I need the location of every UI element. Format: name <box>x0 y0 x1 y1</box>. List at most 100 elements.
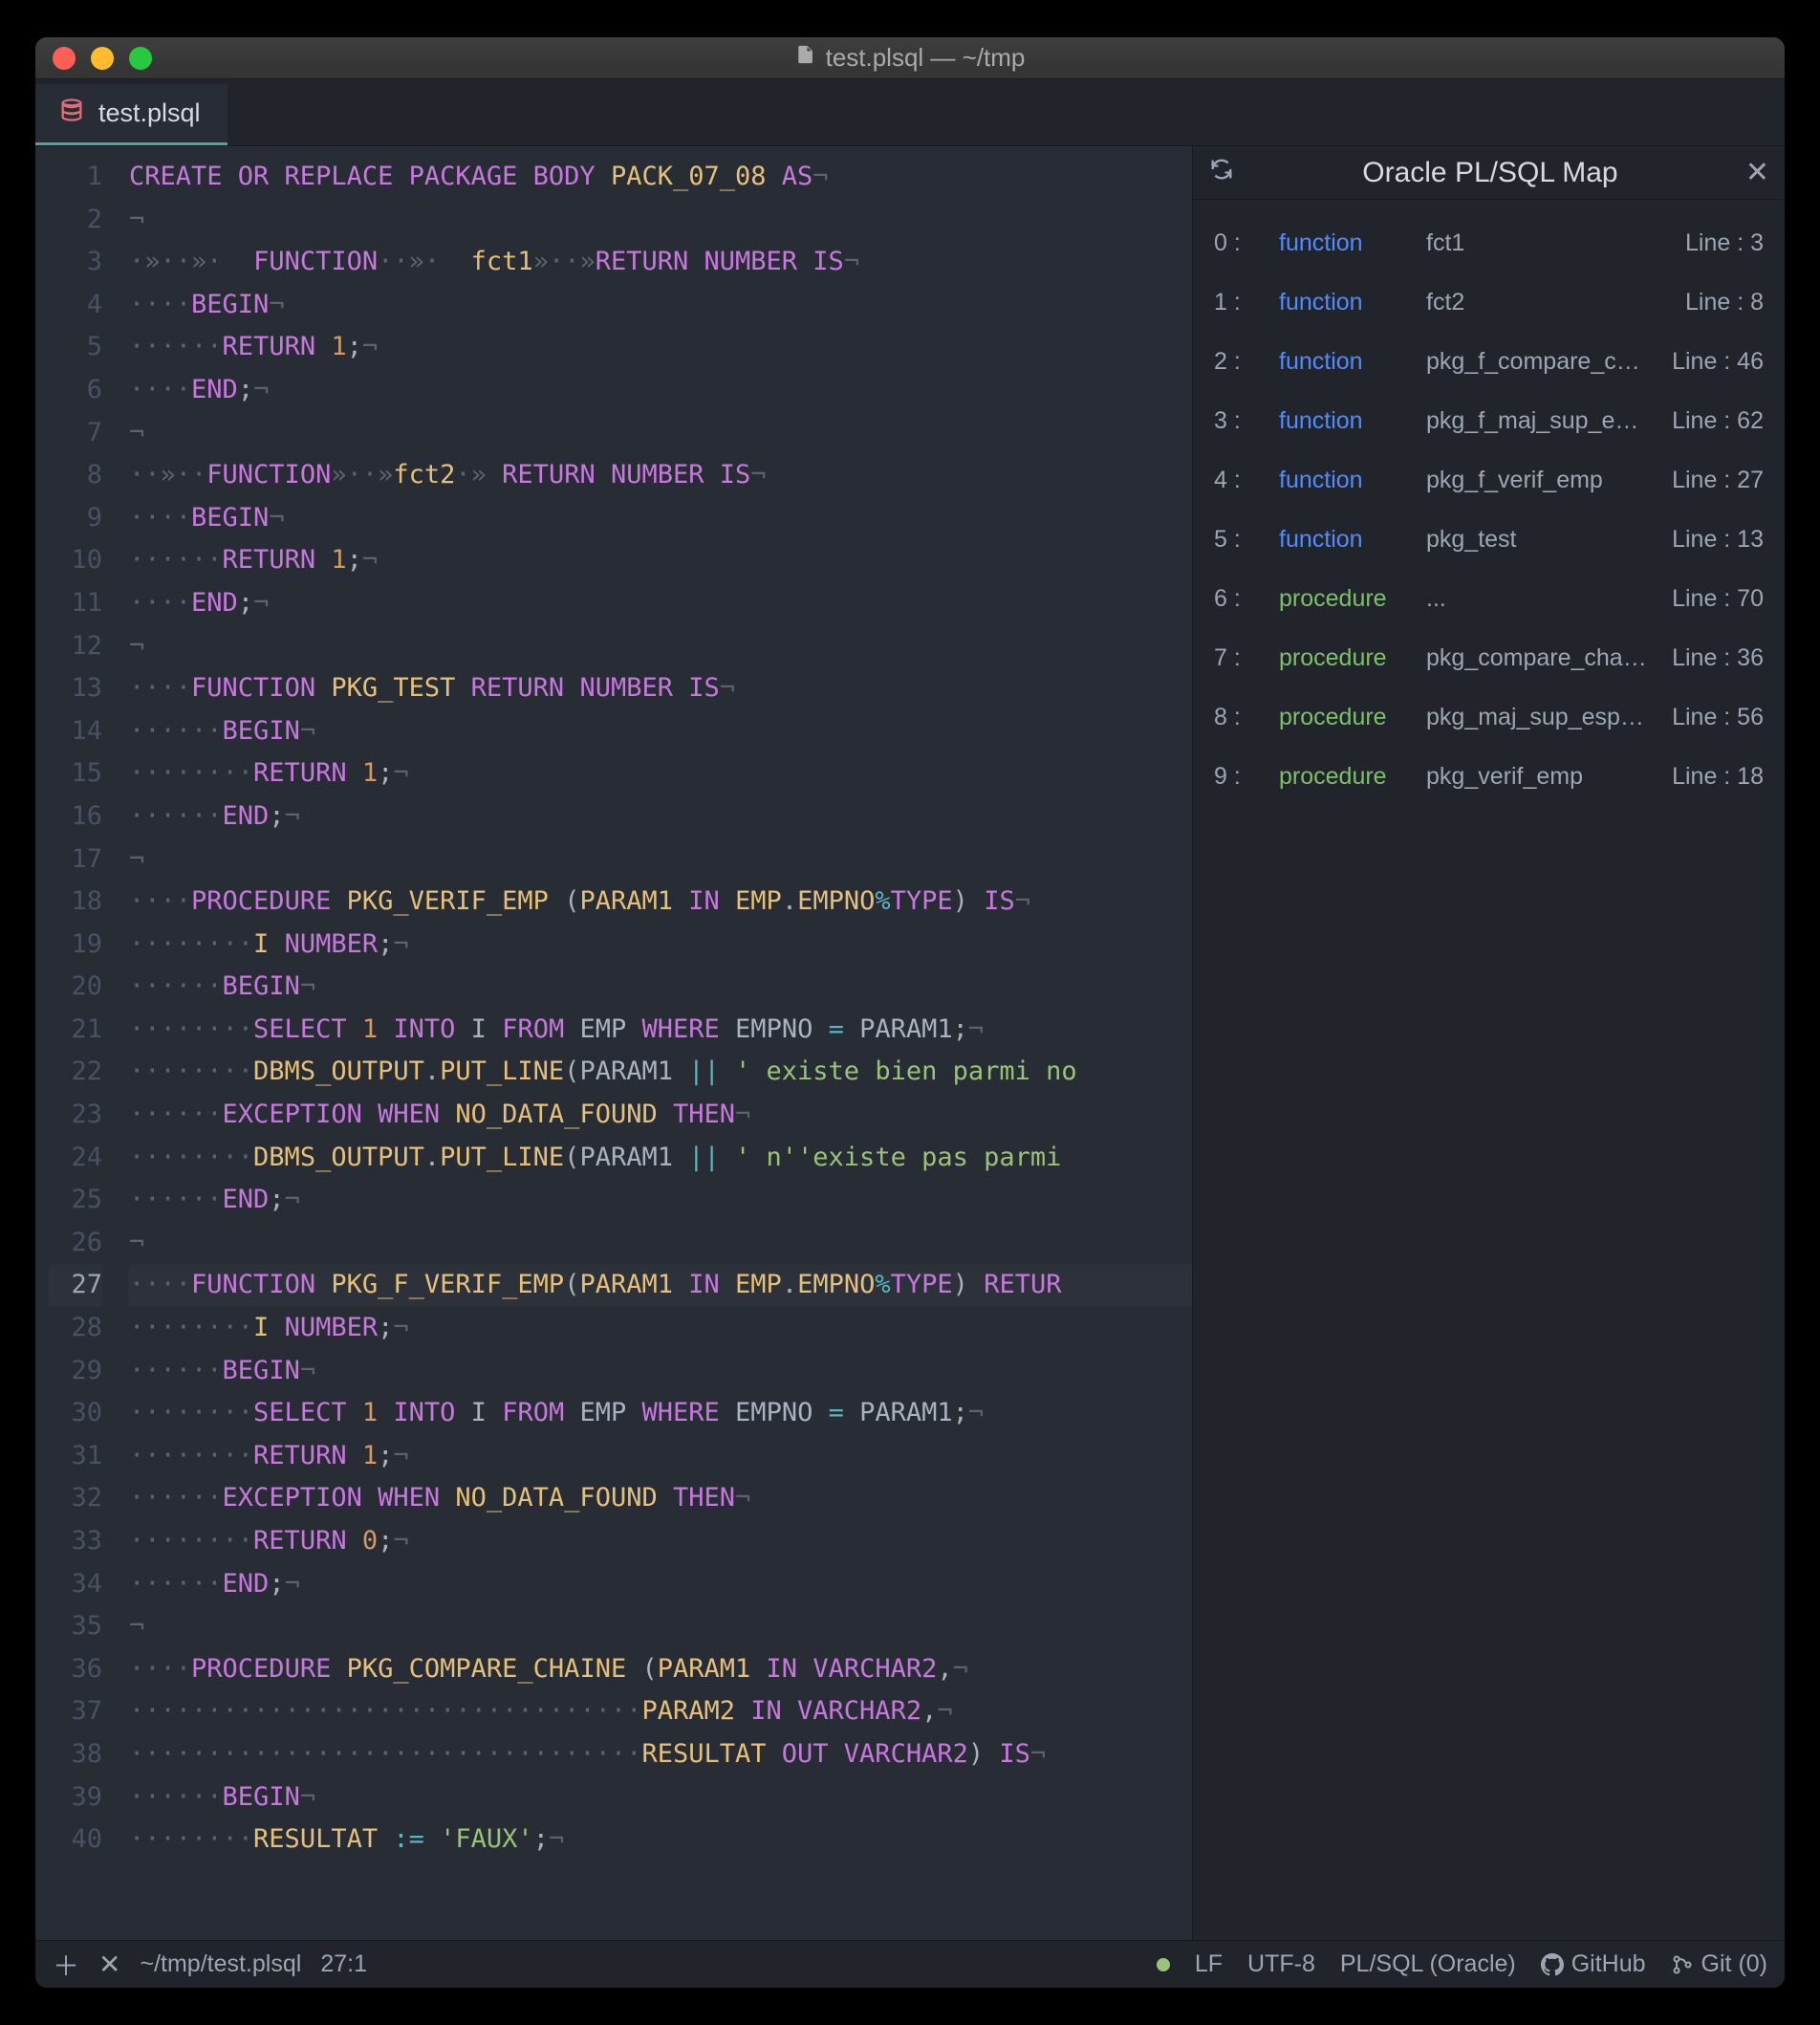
editor-pane[interactable]: 1234567891011121314151617181920212223242… <box>35 146 1192 1940</box>
line-number: 2 <box>49 199 102 242</box>
map-row-name: pkg_f_compare_chaine <box>1426 348 1649 376</box>
map-row-name: pkg_compare_chaine <box>1426 644 1649 672</box>
code-line[interactable]: ····FUNCTION PKG_TEST RETURN NUMBER IS¬ <box>129 667 1192 710</box>
close-icon[interactable]: ✕ <box>1745 156 1769 189</box>
code-line[interactable]: ········RESULTAT := 'FAUX';¬ <box>129 1818 1192 1862</box>
side-panel-title: Oracle PL/SQL Map <box>1250 157 1730 189</box>
code-line[interactable]: ········RETURN 1;¬ <box>129 1435 1192 1478</box>
line-number: 5 <box>49 326 102 369</box>
map-row[interactable]: 4 :functionpkg_f_verif_empLine : 27 <box>1193 450 1785 510</box>
map-row[interactable]: 9 :procedurepkg_verif_empLine : 18 <box>1193 747 1785 806</box>
map-row-index: 6 : <box>1214 585 1256 613</box>
line-number: 17 <box>49 838 102 882</box>
map-row-index: 8 : <box>1214 704 1256 731</box>
map-row-index: 3 : <box>1214 407 1256 435</box>
line-number: 34 <box>49 1563 102 1606</box>
zoom-window-button[interactable] <box>129 47 152 70</box>
code-line[interactable]: ¬ <box>129 1222 1192 1265</box>
map-row-name: pkg_f_maj_sup_esp_ch <box>1426 407 1649 435</box>
code-line[interactable]: ········DBMS_OUTPUT.PUT_LINE(PARAM1 || '… <box>129 1051 1192 1094</box>
map-row[interactable]: 3 :functionpkg_f_maj_sup_esp_chLine : 62 <box>1193 391 1785 450</box>
close-file-button[interactable]: ✕ <box>98 1949 120 1980</box>
code-line[interactable]: ·»··»· FUNCTION··»· fct1»··»RETURN NUMBE… <box>129 241 1192 284</box>
code-line[interactable]: ······END;¬ <box>129 1179 1192 1222</box>
map-row[interactable]: 8 :procedurepkg_maj_sup_esp_chLine : 56 <box>1193 687 1785 747</box>
map-row-line: Line : 62 <box>1672 407 1764 435</box>
line-number: 13 <box>49 667 102 710</box>
code-line[interactable]: ····PROCEDURE PKG_COMPARE_CHAINE (PARAM1… <box>129 1648 1192 1691</box>
status-cursor[interactable]: 27:1 <box>320 1950 367 1978</box>
code-line[interactable]: ······BEGIN¬ <box>129 1350 1192 1393</box>
line-number: 18 <box>49 881 102 924</box>
status-encoding[interactable]: UTF-8 <box>1247 1950 1315 1978</box>
tab-test-plsql[interactable]: test.plsql <box>35 84 228 145</box>
code-line[interactable]: ····END;¬ <box>129 369 1192 412</box>
map-row[interactable]: 2 :functionpkg_f_compare_chaineLine : 46 <box>1193 332 1785 391</box>
map-row[interactable]: 7 :procedurepkg_compare_chaineLine : 36 <box>1193 628 1785 687</box>
code-line[interactable]: ······BEGIN¬ <box>129 966 1192 1009</box>
line-number: 15 <box>49 752 102 795</box>
code-line[interactable]: ¬ <box>129 1605 1192 1648</box>
code-line[interactable]: ········SELECT 1 INTO I FROM EMP WHERE E… <box>129 1392 1192 1435</box>
line-number: 8 <box>49 454 102 497</box>
code-line[interactable]: ········I NUMBER;¬ <box>129 1307 1192 1350</box>
close-window-button[interactable] <box>53 47 76 70</box>
status-language[interactable]: PL/SQL (Oracle) <box>1340 1950 1516 1978</box>
map-row-line: Line : 3 <box>1685 229 1764 257</box>
code-line[interactable]: ······EXCEPTION WHEN NO_DATA_FOUND THEN¬ <box>129 1477 1192 1520</box>
map-row[interactable]: 0 :functionfct1Line : 3 <box>1193 213 1785 272</box>
map-row[interactable]: 1 :functionfct2Line : 8 <box>1193 272 1785 332</box>
new-file-button[interactable]: ＋ <box>53 1946 79 1984</box>
code-line[interactable]: ····FUNCTION PKG_F_VERIF_EMP(PARAM1 IN E… <box>129 1264 1192 1307</box>
map-row-line: Line : 70 <box>1672 585 1764 613</box>
code-line[interactable]: ········SELECT 1 INTO I FROM EMP WHERE E… <box>129 1009 1192 1052</box>
code-line[interactable]: ········I NUMBER;¬ <box>129 924 1192 967</box>
window-title: test.plsql — ~/tmp <box>795 42 1026 74</box>
code-line[interactable]: ¬ <box>129 625 1192 668</box>
code-line[interactable]: ······BEGIN¬ <box>129 710 1192 753</box>
line-number: 32 <box>49 1477 102 1520</box>
code-line[interactable]: ¬ <box>129 412 1192 455</box>
code-line[interactable]: ····END;¬ <box>129 582 1192 625</box>
status-eol[interactable]: LF <box>1195 1950 1223 1978</box>
map-row-line: Line : 27 <box>1672 467 1764 494</box>
code-line[interactable]: ·································PARAM2 … <box>129 1690 1192 1733</box>
code-line[interactable]: ¬ <box>129 838 1192 882</box>
git-label: Git (0) <box>1701 1950 1767 1978</box>
code-area[interactable]: CREATE OR REPLACE PACKAGE BODY PACK_07_0… <box>112 146 1192 1940</box>
code-line[interactable]: ¬ <box>129 199 1192 242</box>
code-line[interactable]: ········RETURN 1;¬ <box>129 752 1192 795</box>
map-row-line: Line : 18 <box>1672 763 1764 791</box>
code-line[interactable]: ········RETURN 0;¬ <box>129 1520 1192 1563</box>
code-line[interactable]: CREATE OR REPLACE PACKAGE BODY PACK_07_0… <box>129 156 1192 199</box>
code-line[interactable]: ······BEGIN¬ <box>129 1776 1192 1819</box>
code-line[interactable]: ····BEGIN¬ <box>129 497 1192 540</box>
status-file-path[interactable]: ~/tmp/test.plsql <box>140 1950 301 1978</box>
map-row-name: pkg_maj_sup_esp_ch <box>1426 704 1649 731</box>
code-line[interactable]: ······END;¬ <box>129 795 1192 838</box>
code-line[interactable]: ····PROCEDURE PKG_VERIF_EMP (PARAM1 IN E… <box>129 881 1192 924</box>
github-link[interactable]: GitHub <box>1541 1950 1646 1978</box>
code-line[interactable]: ··»··FUNCTION»··»fct2·» RETURN NUMBER IS… <box>129 454 1192 497</box>
code-line[interactable]: ······END;¬ <box>129 1563 1192 1606</box>
map-row[interactable]: 5 :functionpkg_testLine : 13 <box>1193 510 1785 569</box>
code-line[interactable]: ····BEGIN¬ <box>129 284 1192 327</box>
line-number: 3 <box>49 241 102 284</box>
map-row-name: ... <box>1426 585 1649 613</box>
map-row-index: 7 : <box>1214 644 1256 672</box>
code-line[interactable]: ·································RESULTA… <box>129 1733 1192 1776</box>
code-line[interactable]: ········DBMS_OUTPUT.PUT_LINE(PARAM1 || '… <box>129 1137 1192 1180</box>
code-line[interactable]: ······EXCEPTION WHEN NO_DATA_FOUND THEN¬ <box>129 1094 1192 1137</box>
status-bar: ＋ ✕ ~/tmp/test.plsql 27:1 LF UTF-8 PL/SQ… <box>35 1940 1785 1988</box>
line-number: 6 <box>49 369 102 412</box>
code-line[interactable]: ······RETURN 1;¬ <box>129 326 1192 369</box>
line-number: 36 <box>49 1648 102 1691</box>
map-row[interactable]: 6 :procedure...Line : 70 <box>1193 569 1785 628</box>
refresh-icon[interactable] <box>1208 156 1235 190</box>
map-list: 0 :functionfct1Line : 31 :functionfct2Li… <box>1193 200 1785 1940</box>
minimize-window-button[interactable] <box>91 47 114 70</box>
map-row-kind: function <box>1279 289 1403 316</box>
git-status[interactable]: Git (0) <box>1671 1950 1767 1978</box>
code-line[interactable]: ······RETURN 1;¬ <box>129 539 1192 582</box>
map-row-kind: procedure <box>1279 644 1403 672</box>
